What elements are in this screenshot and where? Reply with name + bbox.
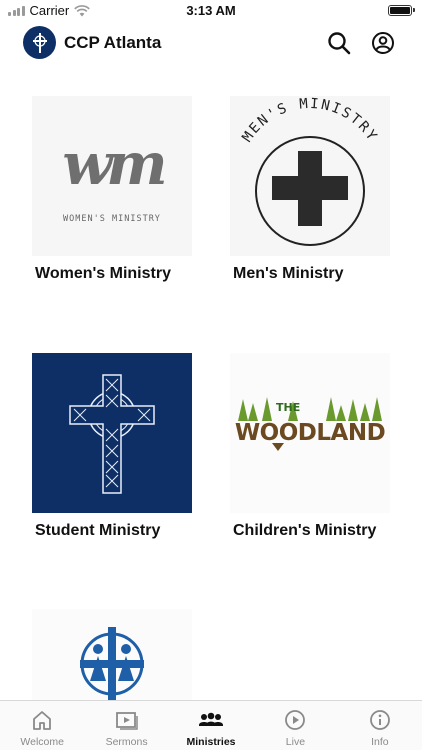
celtic-cross-icon [32,32,47,53]
celtic-cross-icon [69,374,155,494]
search-button[interactable] [326,30,352,56]
tab-label: Live [285,736,306,748]
tab-live[interactable]: Live [253,701,337,750]
childrens-ministry-logo: THE WOODLAND [230,353,390,513]
tab-sermons[interactable]: Sermons [84,701,168,750]
ministry-label: Women's Ministry [35,265,171,282]
family-ministry-logo [32,609,192,700]
tab-welcome[interactable]: Welcome [0,701,84,750]
play-icon [285,710,306,730]
ministry-card-family[interactable] [32,609,192,700]
tab-label: Welcome [20,736,64,748]
ministry-card-student[interactable]: Student Ministry [32,353,192,540]
svg-text:THE: THE [276,401,300,414]
account-button[interactable] [370,30,396,56]
home-icon [33,711,52,730]
tab-label: Sermons [105,736,148,748]
ministry-card-childrens[interactable]: THE WOODLAND Children's Ministry [230,353,390,540]
ministries-grid: wm WOMEN'S MINISTRY Women's Ministry MEN… [0,96,422,700]
app-title: CCP Atlanta [64,33,162,52]
tab-info[interactable]: Info [338,701,422,750]
svg-text:WOODLAND: WOODLAND [235,420,385,446]
info-icon [369,710,390,730]
ministry-label: Children's Ministry [233,522,377,539]
tab-label: Info [371,736,389,748]
svg-text:wm: wm [62,130,164,198]
video-icon [115,712,138,730]
church-logo [23,26,56,59]
ministry-card-womens[interactable]: wm WOMEN'S MINISTRY Women's Ministry [32,96,192,283]
ministry-label: Student Ministry [35,522,161,539]
svg-text:WOMEN'S MINISTRY: WOMEN'S MINISTRY [63,214,161,224]
people-icon [199,712,224,726]
tab-bar: Welcome Sermons Ministries Live Info [0,700,422,750]
account-icon [372,32,394,54]
status-time: 3:13 AM [186,3,236,18]
womens-ministry-logo: wm WOMEN'S MINISTRY [32,96,192,256]
tab-ministries[interactable]: Ministries [169,701,253,750]
ministry-label: Men's Ministry [233,265,344,282]
ministry-card-mens[interactable]: MEN'S MINISTRY Men's Ministry [230,96,390,283]
app-header: CCP Atlanta [0,24,422,64]
student-ministry-logo [32,353,192,513]
battery-icon [388,5,415,16]
search-icon [328,32,351,55]
status-bar: Carrier 3:13 AM [0,0,422,22]
tab-label: Ministries [186,736,236,748]
mens-ministry-logo: MEN'S MINISTRY [230,96,390,256]
